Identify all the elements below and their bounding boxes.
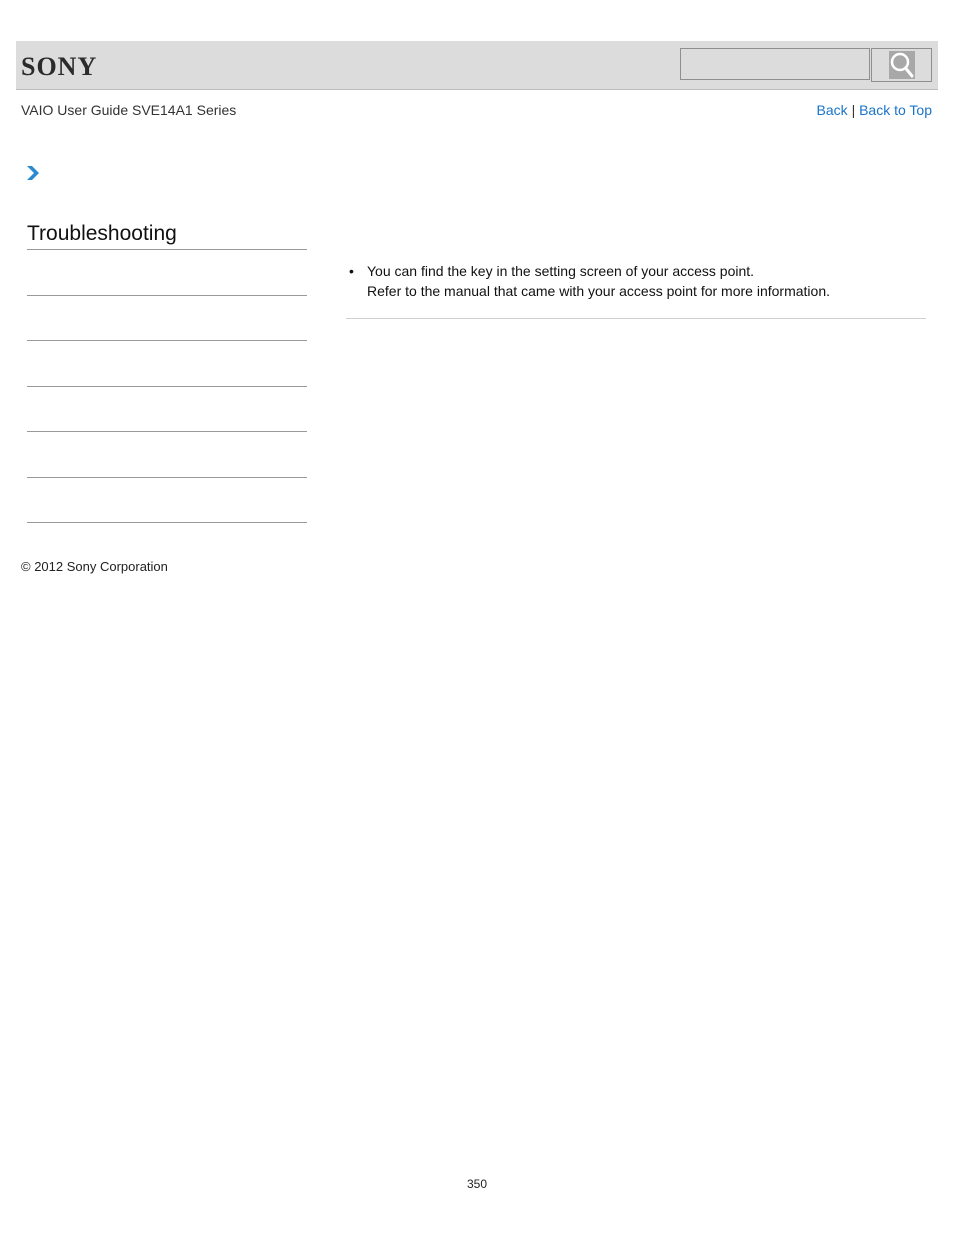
main-content: • You can find the key in the setting sc… (346, 261, 926, 301)
sidebar-item-divider (27, 386, 307, 387)
top-navigation: Back | Back to Top (817, 102, 932, 118)
back-link[interactable]: Back (817, 102, 848, 118)
guide-title: VAIO User Guide SVE14A1 Series (21, 102, 237, 118)
magnifier-icon (889, 51, 915, 79)
sidebar-item-divider (27, 431, 307, 432)
chevron-right-icon (27, 166, 39, 180)
sidebar-title-underline (27, 249, 307, 250)
bullet-line-1: You can find the key in the setting scre… (367, 263, 755, 279)
section-title: Troubleshooting (27, 222, 177, 245)
sidebar-item-divider (27, 295, 307, 296)
site-header: SONY (16, 41, 938, 90)
bullet-dot: • (349, 263, 354, 279)
search-input[interactable] (680, 48, 870, 80)
nav-separator: | (851, 102, 856, 118)
sidebar-item-divider (27, 340, 307, 341)
bullet-list-item: • You can find the key in the setting sc… (346, 261, 926, 301)
page-number: 350 (466, 1177, 488, 1191)
copyright: © 2012 Sony Corporation (21, 559, 168, 574)
content-divider (346, 318, 926, 319)
bullet-line-2: Refer to the manual that came with your … (367, 283, 830, 299)
breadcrumb[interactable] (26, 165, 40, 186)
sony-logo: SONY (21, 52, 98, 81)
search-button[interactable] (871, 48, 932, 82)
sidebar-item-divider (27, 477, 307, 478)
back-to-top-link[interactable]: Back to Top (859, 102, 932, 118)
sidebar-item-divider (27, 522, 307, 523)
